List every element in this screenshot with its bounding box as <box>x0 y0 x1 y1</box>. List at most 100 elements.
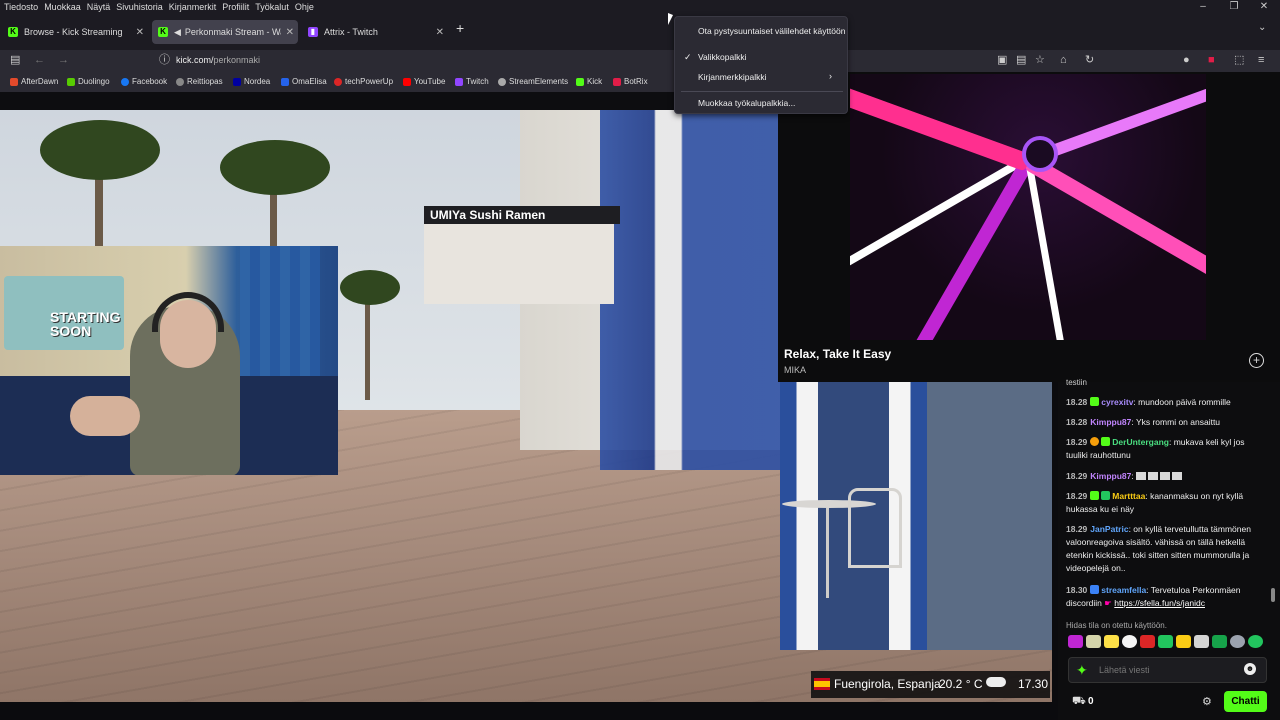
emoji-icon[interactable]: ☻ <box>1244 663 1256 675</box>
url-path: perkonmaki <box>213 55 261 65</box>
menu-bookmarks[interactable]: Kirjanmerkit <box>169 2 217 12</box>
tab-browse-kick[interactable]: K Browse - Kick Streaming ✕ <box>2 20 148 44</box>
kick-icon: K <box>8 27 18 37</box>
badge-icon <box>1090 437 1100 446</box>
back-icon[interactable]: ← <box>34 53 45 67</box>
bookmark-label: AfterDawn <box>21 77 59 86</box>
list-tabs-icon[interactable]: ⌄ <box>1258 22 1266 33</box>
emote-icon[interactable] <box>1068 635 1083 648</box>
emote-icon[interactable] <box>1122 635 1137 648</box>
bookmark-twitch[interactable]: Twitch <box>455 77 489 86</box>
menu-history[interactable]: Sivuhistoria <box>116 2 163 12</box>
palm-leaves <box>220 140 330 195</box>
url-bar[interactable]: kick.com/perkonmaki <box>176 55 260 65</box>
chat-input[interactable] <box>1099 663 1239 677</box>
emote-bar <box>1068 635 1268 649</box>
bookmark-youtube[interactable]: YouTube <box>403 77 445 86</box>
webcam-overlay: STARTING SOON <box>0 246 338 475</box>
menu-edit[interactable]: Muokkaa <box>44 2 81 12</box>
add-song-icon[interactable]: + <box>1249 353 1264 368</box>
forward-icon[interactable]: → <box>58 53 69 67</box>
bookmark-techpowerup[interactable]: techPowerUp <box>334 77 393 86</box>
afterdawn-icon <box>10 77 18 86</box>
chat-username[interactable]: Kimppu87 <box>1090 471 1131 481</box>
bookmark-streamelements[interactable]: StreamElements <box>498 77 568 86</box>
extension-badge-icon[interactable]: ■ <box>1208 53 1215 67</box>
menu-item-customize-toolbar[interactable]: Muokkaa työkalupalkkia... <box>698 98 795 108</box>
emote-icon[interactable] <box>1086 635 1101 648</box>
close-tab-icon[interactable]: ✕ <box>136 27 144 38</box>
chat-username[interactable]: cyrexitv <box>1101 397 1133 407</box>
badge-icon <box>1090 491 1100 500</box>
home-icon[interactable]: ⌂ <box>1060 53 1067 67</box>
site-info-icon[interactable]: ⓘ <box>159 53 170 67</box>
cafe-chair <box>848 488 902 568</box>
emote-icon[interactable] <box>1248 635 1263 648</box>
menu-profiles[interactable]: Profiilit <box>222 2 249 12</box>
emote-icon[interactable] <box>1140 635 1155 648</box>
new-tab-button[interactable]: + <box>456 20 464 36</box>
kick-icon <box>576 77 584 86</box>
bookmark-afterdawn[interactable]: AfterDawn <box>10 77 58 86</box>
chat-username[interactable]: Martttaa <box>1112 491 1145 501</box>
menu-view[interactable]: Näytä <box>87 2 111 12</box>
menu-item-menubar[interactable]: Valikkopalkki <box>698 52 747 62</box>
extensions-icon[interactable]: ⬚ <box>1234 53 1244 67</box>
emote-icon[interactable] <box>1212 635 1227 648</box>
chat-scrollbar[interactable] <box>1271 588 1275 602</box>
send-chat-button[interactable]: Chatti <box>1224 691 1267 712</box>
badge-icon <box>1090 585 1100 594</box>
mouse-cursor-icon <box>668 13 673 25</box>
bookmark-label: Duolingo <box>78 77 110 86</box>
menu-file[interactable]: Tiedosto <box>4 2 38 12</box>
app-menu-icon[interactable]: ≡ <box>1258 53 1264 67</box>
speaker-icon[interactable]: ◀︎ <box>174 27 181 38</box>
menu-help[interactable]: Ohje <box>295 2 314 12</box>
chat-username[interactable]: DerUntergang <box>1112 437 1169 447</box>
chat-partial-message: testiin <box>1066 378 1087 387</box>
emote-icon <box>1136 472 1147 480</box>
song-artist: MIKA <box>784 365 807 375</box>
close-tab-icon[interactable]: ✕ <box>436 27 444 38</box>
chat-time: 18.29 <box>1066 437 1088 447</box>
chat-username[interactable]: JanPatric <box>1090 524 1128 534</box>
emote-icon[interactable] <box>1158 635 1173 648</box>
emote-icon[interactable] <box>1104 635 1119 648</box>
menu-tools[interactable]: Työkalut <box>255 2 289 12</box>
picture-in-picture-icon[interactable]: ▣ <box>997 53 1007 67</box>
restore-icon[interactable]: ❐ <box>1219 0 1249 14</box>
account-icon[interactable]: ● <box>1183 53 1190 67</box>
emote-icon[interactable] <box>1176 635 1191 648</box>
chat-settings-icon[interactable]: ⚙ <box>1202 695 1212 708</box>
sidebar-icon[interactable]: ▤ <box>10 53 20 67</box>
chat-text: : Yks rommi on ansaittu <box>1131 417 1221 427</box>
screen: Tiedosto Muokkaa Näytä Sivuhistoria Kirj… <box>0 0 1280 720</box>
bookmark-duolingo[interactable]: Duolingo <box>67 77 110 86</box>
close-tab-icon[interactable]: ✕ <box>286 27 294 38</box>
tab-perkonmaki[interactable]: K ◀︎ Perkonmaki Stream - Watch ✕ <box>152 20 298 44</box>
tab-label: Perkonmaki Stream - Watch <box>184 27 281 37</box>
reload-icon[interactable]: ↻ <box>1085 53 1094 67</box>
bookmark-facebook[interactable]: Facebook <box>121 77 167 86</box>
bookmark-kick[interactable]: Kick <box>576 77 602 86</box>
minimize-icon[interactable]: – <box>1188 0 1218 14</box>
bookmark-omaelisa[interactable]: OmaElisa <box>281 77 327 86</box>
close-window-icon[interactable]: ✕ <box>1249 0 1279 14</box>
emote-icon[interactable] <box>1230 635 1245 648</box>
chat-username[interactable]: Kimppu87 <box>1090 417 1131 427</box>
bookmark-botrix[interactable]: BotRix <box>613 77 648 86</box>
bookmark-reittiopas[interactable]: Reittiopas <box>176 77 223 86</box>
menu-item-vertical-tabs[interactable]: Ota pystysuuntaiset välilehdet käyttöön <box>698 26 845 36</box>
reader-view-icon[interactable]: ▤ <box>1016 53 1026 67</box>
gift-icon[interactable]: ⛟ <box>1072 695 1086 709</box>
chat-input-box[interactable] <box>1068 657 1267 683</box>
tab-attrix-twitch[interactable]: ▮ Attrix - Twitch ✕ <box>302 20 448 44</box>
menu-item-bookmarks-toolbar[interactable]: Kirjanmerkkipalkki <box>698 72 767 82</box>
chat-username[interactable]: streamfella <box>1101 585 1146 595</box>
bookmark-star-icon[interactable]: ☆ <box>1035 53 1045 67</box>
bookmark-nordea[interactable]: Nordea <box>233 77 270 86</box>
bookmark-label: Reittiopas <box>187 77 223 86</box>
chat-link[interactable]: https://sfella.fun/s/janidc <box>1114 598 1205 608</box>
youtube-icon <box>403 77 411 86</box>
emote-icon[interactable] <box>1194 635 1209 648</box>
